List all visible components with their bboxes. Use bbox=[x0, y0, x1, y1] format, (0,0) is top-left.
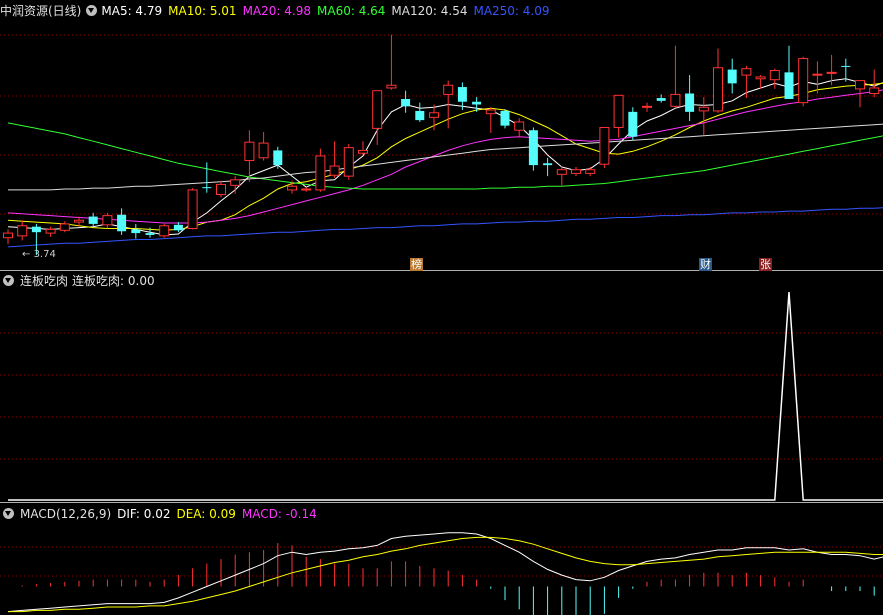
candle-body-down bbox=[500, 110, 510, 126]
candle-body-up bbox=[485, 109, 496, 115]
event-marker-zhang[interactable]: 张 bbox=[759, 258, 772, 271]
candle-body-down bbox=[145, 233, 155, 235]
candle-body-up bbox=[585, 169, 596, 174]
candle-body-up bbox=[826, 71, 837, 74]
indicator-header: 连板吃肉 连板吃肉: 0.00 bbox=[0, 272, 161, 290]
candle-body-down bbox=[117, 214, 127, 232]
ma-line-ma120 bbox=[8, 123, 883, 191]
macd-value: MACD: -0.14 bbox=[241, 507, 317, 521]
main-header: 中润资源(日线) MA5: 4.79 MA10: 5.01 MA20: 4.98 MA6… bbox=[0, 2, 562, 20]
candle-body-up bbox=[102, 215, 113, 226]
candle-body-down bbox=[685, 93, 695, 112]
candle-body-down bbox=[727, 69, 737, 84]
ma-line-ma250 bbox=[7, 207, 883, 248]
candle-body-up bbox=[599, 126, 610, 165]
candle-body-up bbox=[59, 223, 70, 231]
candle-body-up bbox=[17, 225, 28, 237]
macd-dea-line bbox=[8, 536, 883, 613]
candle-body-up bbox=[230, 179, 241, 186]
candle-body-down bbox=[528, 130, 538, 166]
candle-body-up bbox=[3, 232, 13, 239]
candle-body-down bbox=[88, 216, 98, 224]
pane-separator[interactable] bbox=[0, 502, 883, 503]
candle-body-up bbox=[74, 219, 84, 223]
candle-body-down bbox=[656, 98, 666, 101]
candle-body-up bbox=[713, 67, 723, 112]
low-price-value: 3.74 bbox=[33, 249, 56, 260]
macd-dif-line bbox=[7, 532, 883, 613]
candle-body-up bbox=[642, 105, 652, 108]
candle-body-down bbox=[784, 72, 794, 99]
event-marker-bang[interactable]: 榜 bbox=[410, 258, 423, 271]
candle-body-up bbox=[329, 165, 340, 176]
dropdown-icon[interactable] bbox=[86, 5, 98, 16]
indicator-title: 连板吃肉 bbox=[20, 274, 69, 288]
candle-body-up bbox=[386, 84, 397, 89]
stock-title: 中润资源(日线) bbox=[0, 4, 82, 18]
candle-body-up bbox=[258, 142, 269, 159]
candle-body-up bbox=[287, 185, 297, 191]
candle-body-up bbox=[812, 73, 823, 76]
candle-body-down bbox=[173, 224, 183, 231]
ma-legend: MA5: 4.79 MA10: 5.01 MA20: 4.98 MA60: 4.64 M… bbox=[101, 4, 555, 18]
candle-body-up bbox=[216, 183, 226, 196]
macd-title: MACD(12,26,9) bbox=[20, 507, 112, 521]
indicator-line bbox=[8, 291, 883, 501]
ma-legend-item: MA250: 4.09 bbox=[473, 4, 550, 18]
ma-legend-item: MA120: 4.54 bbox=[391, 4, 468, 18]
candle-body-up bbox=[358, 149, 368, 154]
candle-body-up bbox=[443, 84, 454, 95]
candle-body-up bbox=[514, 121, 525, 131]
candle-body-up bbox=[571, 169, 581, 174]
candle-body-up bbox=[670, 93, 681, 107]
candle-body-up bbox=[798, 58, 809, 104]
dropdown-icon[interactable] bbox=[3, 508, 14, 519]
candle-body-down bbox=[202, 187, 212, 189]
candle-body-up bbox=[769, 70, 780, 81]
candle-body-up bbox=[315, 155, 326, 191]
candle-body-up bbox=[556, 169, 567, 175]
ma-line-ma20 bbox=[7, 89, 883, 224]
candle-body-down bbox=[273, 150, 283, 166]
candle-body-down bbox=[31, 226, 41, 233]
candle-body-down bbox=[457, 87, 467, 102]
macd-header: MACD(12,26,9) DIF: 0.02 DEA: 0.09 MACD: -0.… bbox=[0, 505, 323, 523]
candle-body-up bbox=[372, 90, 383, 129]
candle-body-down bbox=[131, 229, 141, 234]
candle-body-up bbox=[187, 189, 198, 230]
ma-legend-item: MA20: 4.98 bbox=[242, 4, 311, 18]
candle-body-up bbox=[301, 188, 312, 191]
ma-legend-item: MA5: 4.79 bbox=[101, 4, 163, 18]
candle-body-up bbox=[159, 225, 170, 237]
macd-dea: DEA: 0.09 bbox=[176, 507, 236, 521]
candle-body-up bbox=[45, 228, 56, 234]
candle-body-up bbox=[698, 106, 709, 112]
candle-body-down bbox=[415, 110, 425, 121]
ma-legend-item: MA60: 4.64 bbox=[317, 4, 386, 18]
ma-legend-item: MA10: 5.01 bbox=[168, 4, 237, 18]
candle-body-up bbox=[741, 68, 752, 76]
candle-body-up bbox=[244, 141, 255, 162]
candle-body-down bbox=[841, 65, 851, 67]
low-price-label: ← 3.74 bbox=[22, 249, 56, 260]
macd-dif: DIF: 0.02 bbox=[117, 507, 171, 521]
candle-body-up bbox=[429, 112, 439, 118]
candle-body-down bbox=[401, 98, 411, 107]
candle-body-up bbox=[343, 147, 354, 177]
candle-body-down bbox=[543, 163, 553, 166]
event-marker-cai[interactable]: 财 bbox=[699, 258, 712, 271]
candle-body-down bbox=[628, 111, 638, 137]
candle-body-down bbox=[472, 101, 482, 105]
ma-line-ma5 bbox=[7, 78, 883, 236]
candle-body-up bbox=[613, 94, 624, 128]
dropdown-icon[interactable] bbox=[3, 275, 14, 286]
candle-body-up bbox=[869, 87, 880, 94]
candle-body-up bbox=[755, 76, 766, 80]
pane-separator[interactable] bbox=[0, 270, 883, 271]
indicator-value: 连板吃肉: 0.00 bbox=[72, 274, 155, 288]
candle-body-up bbox=[855, 80, 865, 90]
